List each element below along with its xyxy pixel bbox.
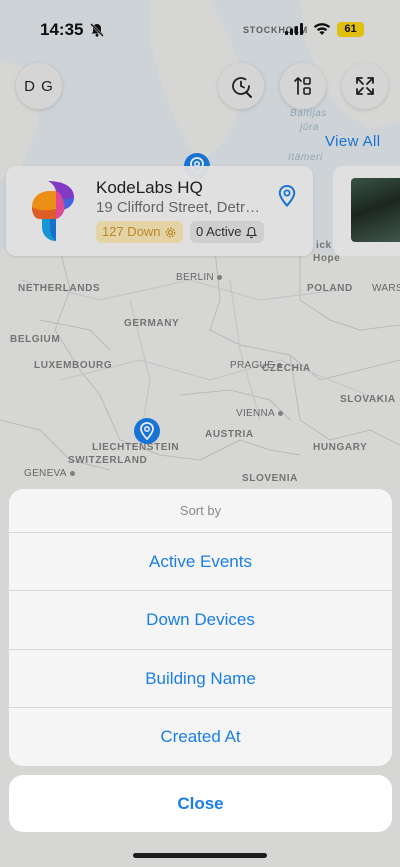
sort-action-sheet: Sort by Active Events Down Devices Build… [9,489,392,766]
home-indicator[interactable] [133,853,267,858]
sort-option-active-events[interactable]: Active Events [9,533,392,592]
sort-option-created-at[interactable]: Created At [9,708,392,766]
sort-sheet-title: Sort by [9,489,392,533]
sort-option-down-devices[interactable]: Down Devices [9,591,392,650]
sort-option-building-name[interactable]: Building Name [9,650,392,708]
close-button[interactable]: Close [9,775,392,832]
